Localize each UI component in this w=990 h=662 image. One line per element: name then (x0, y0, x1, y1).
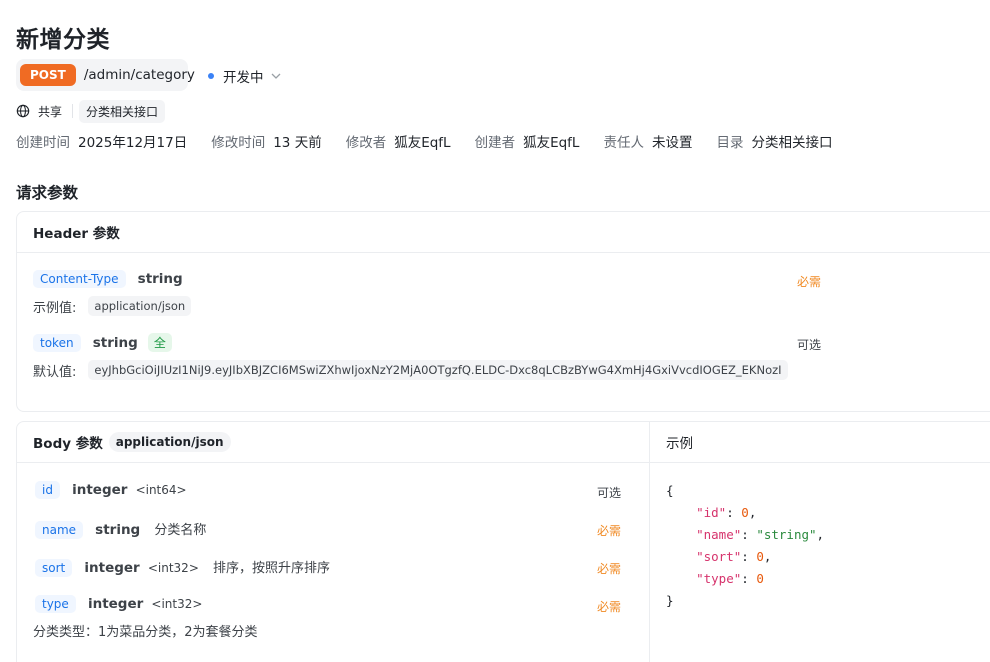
code-line: "id": 0, (696, 505, 757, 520)
required-label: 必需 (597, 524, 622, 538)
default-value: eyJhbGciOiJIUzI1NiJ9.eyJIbXBJZCI6MSwiZXh… (88, 360, 788, 380)
code-line: "name": "string", (696, 527, 825, 542)
example-value-row: 示例值: application/json (33, 296, 192, 316)
example-card: 示例 { "id": 0, "name": "string", "sort": … (649, 421, 990, 662)
body-params-title: Body 参数 (33, 436, 103, 452)
scope-tag: 全 (147, 333, 172, 352)
code-key: "type" (696, 571, 742, 586)
param-name[interactable]: name (35, 521, 84, 539)
optional-label: 可选 (797, 338, 822, 352)
example-label: 示例值: (33, 300, 77, 316)
code-value: "string" (756, 527, 817, 542)
example-code-block[interactable]: { "id": 0, "name": "string", "sort": 0, … (666, 480, 824, 612)
code-key: "sort" (696, 549, 742, 564)
code-line: } (666, 593, 674, 608)
chevron-down-icon (271, 71, 281, 82)
default-label: 默认值: (33, 364, 77, 380)
code-key: "name" (696, 527, 742, 542)
meta-directory[interactable]: 目录 分类相关接口 (716, 131, 832, 151)
param-type: string (137, 271, 183, 287)
param-desc: 分类名称 (154, 523, 207, 538)
param-name[interactable]: token (33, 334, 81, 352)
code-line: { (666, 483, 674, 498)
param-name[interactable]: Content-Type (33, 270, 126, 288)
request-params-title: 请求参数 (16, 184, 79, 202)
meta-row: 创建时间 2025年12月17日 修改时间 13 天前 修改者 狐友EqfL 创建者狐… (16, 131, 856, 151)
optional-label: 可选 (597, 486, 622, 500)
code-line: "type": 0 (696, 571, 764, 586)
param-content-type: Content-Type string (33, 270, 183, 288)
param-token: token string 全 (33, 333, 172, 352)
param-sub-desc: 分类类型：1为菜品分类，2为套餐分类 (33, 625, 258, 640)
meta-creator: 创建者 狐友EqfL (474, 135, 580, 151)
share-row: 共享 分类相关接口 (16, 99, 166, 123)
param-type: integer (84, 560, 140, 576)
required-label: 必需 (597, 562, 622, 576)
example-title: 示例 (650, 422, 990, 463)
example-value: application/json (88, 296, 192, 316)
content-type-chip: application/json (108, 432, 231, 452)
code-key: "id" (696, 505, 727, 520)
share-label[interactable]: 共享 (38, 103, 62, 120)
default-value-row: 默认值: eyJhbGciOiJIUzI1NiJ9.eyJIbXBJZCI6MS… (33, 360, 788, 380)
endpoint-path: /admin/category (83, 67, 195, 83)
folder-tag[interactable]: 分类相关接口 (79, 99, 166, 123)
param-type: integer (87, 596, 144, 612)
required-label: 必需 (597, 600, 622, 614)
globe-icon (16, 104, 30, 118)
param-type: string (92, 335, 138, 351)
param-name[interactable]: sort (35, 559, 73, 577)
meta-modified-time: 修改时间 13 天前 (211, 135, 322, 151)
status-label: 开发中 (223, 70, 264, 86)
status-dot-icon (208, 73, 214, 79)
param-type: integer (72, 482, 128, 498)
param-desc: 排序，按照升序排序 (213, 561, 331, 576)
body-params-card: Body 参数 application/json id integer <int… (16, 421, 650, 662)
param-name[interactable]: id (35, 481, 60, 499)
divider (72, 104, 74, 118)
param-id: id integer <int64> (35, 481, 187, 499)
meta-owner[interactable]: 责任人 未设置 (603, 131, 692, 151)
param-format: <int32> (151, 597, 203, 611)
status-dropdown[interactable]: 开发中 (208, 66, 281, 86)
param-sort: sort integer <int32> 排序，按照升序排序 (35, 557, 330, 577)
meta-modifier: 修改者 狐友EqfL (345, 135, 451, 151)
header-params-title: Header 参数 (17, 212, 990, 253)
required-label: 必需 (797, 275, 822, 289)
param-format: <int32> (147, 561, 199, 575)
code-value: 0 (756, 549, 764, 564)
endpoint-path-pill[interactable]: POST /admin/category (16, 59, 195, 91)
param-name[interactable]: type (35, 595, 76, 613)
code-value: 0 (756, 571, 764, 586)
method-badge: POST (20, 64, 76, 86)
code-value: 0 (741, 505, 749, 520)
code-line: "sort": 0, (696, 549, 772, 564)
meta-created-time: 创建时间 2025年12月17日 (16, 135, 188, 151)
page-title: 新增分类 (16, 27, 110, 53)
param-type-field: type integer <int32> (35, 595, 202, 613)
header-params-card: Header 参数 Content-Type string 必需 示例值: ap… (16, 211, 990, 412)
param-name-field: name string 分类名称 (35, 519, 206, 539)
param-type: string (95, 522, 141, 538)
param-format: <int64> (135, 483, 187, 497)
body-params-header: Body 参数 application/json (17, 422, 649, 463)
